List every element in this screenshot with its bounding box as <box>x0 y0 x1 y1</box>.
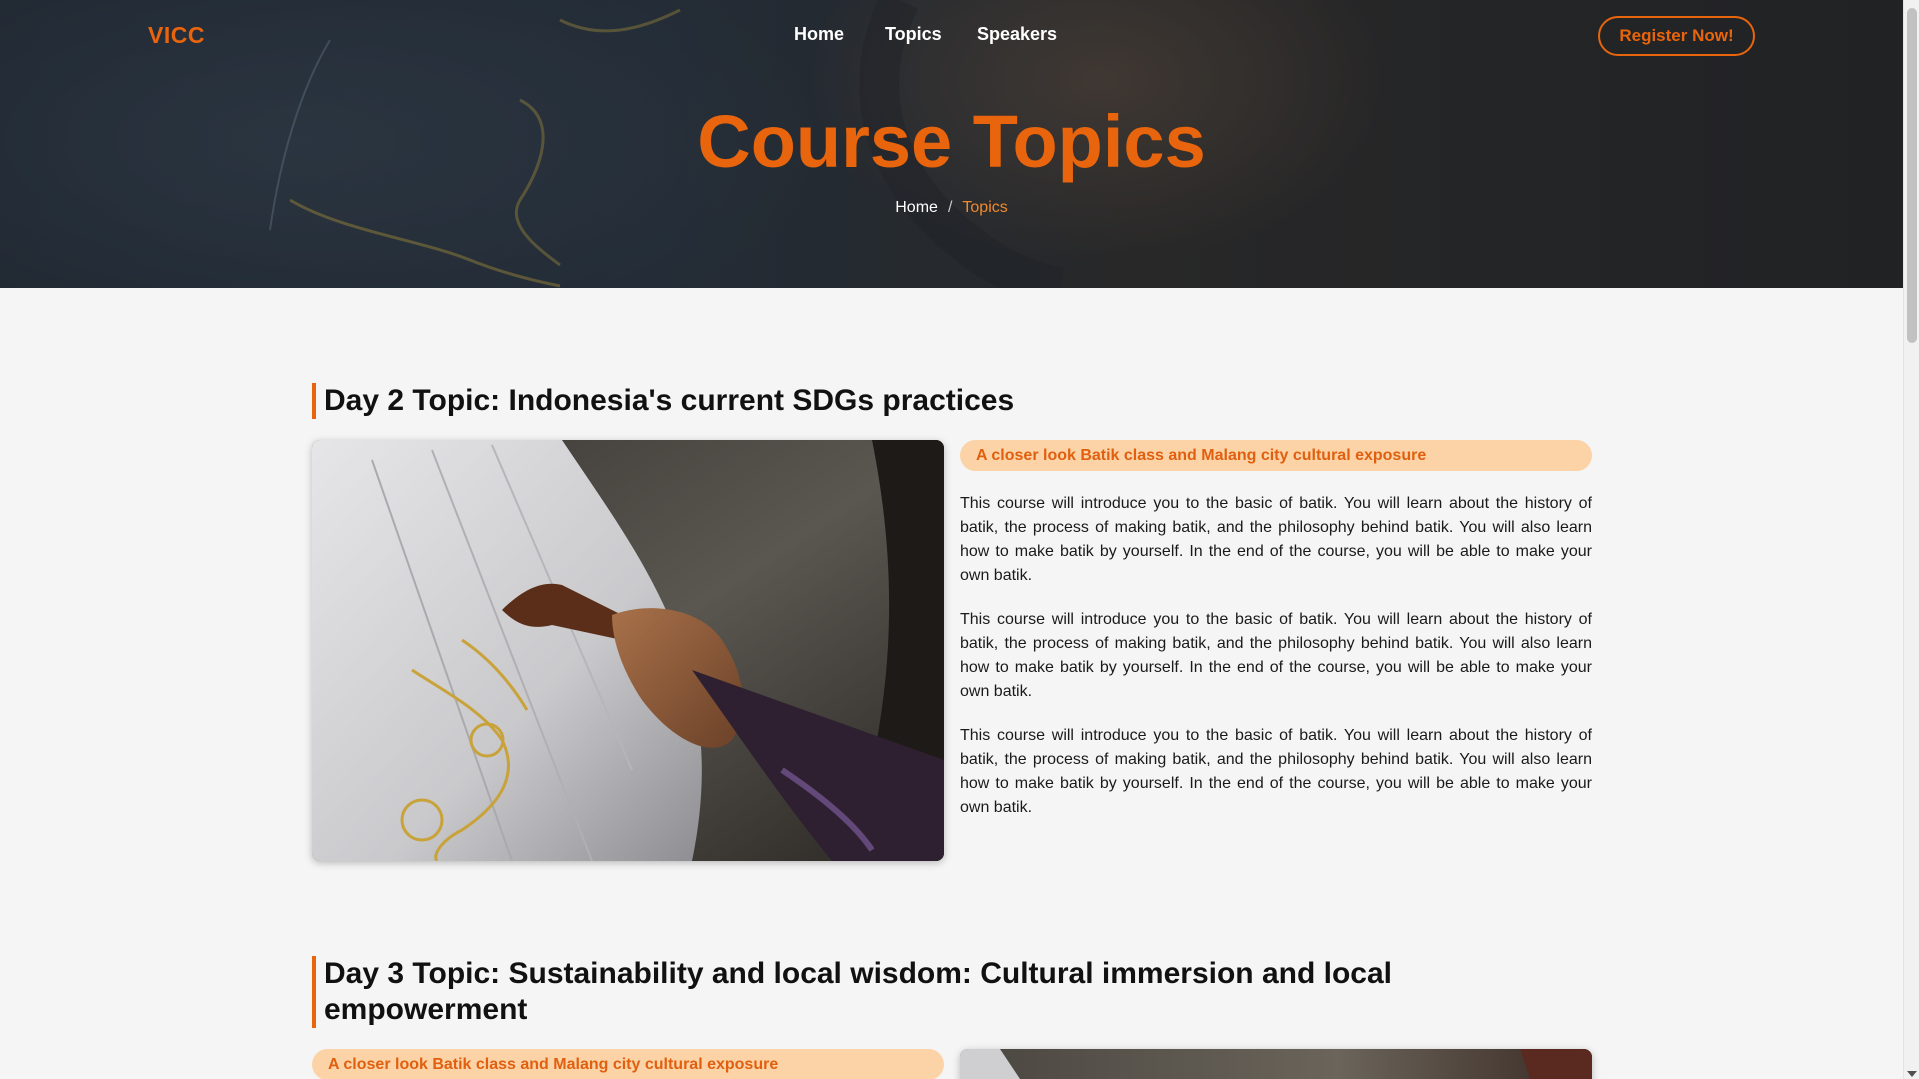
section-title-day3: Day 3 Topic: Sustainability and local wi… <box>312 956 1422 1028</box>
batik-image <box>312 440 944 861</box>
topic-description: This course will introduce you to the ba… <box>960 611 1592 700</box>
topic-tag-pill: A closer look Batik class and Malang cit… <box>312 1049 944 1079</box>
breadcrumb-home-link[interactable]: Home <box>895 199 938 216</box>
section-title-day2: Day 2 Topic: Indonesia's current SDGs pr… <box>312 383 1014 419</box>
page-scrollbar[interactable] <box>1903 0 1919 1079</box>
breadcrumb: Home / Topics <box>0 199 1903 217</box>
scrollbar-thumb[interactable] <box>1907 8 1917 343</box>
topic-description: This course will introduce you to the ba… <box>960 727 1592 816</box>
batik-image-2 <box>960 1049 1592 1079</box>
nav-speakers-link[interactable]: Speakers <box>977 24 1057 45</box>
topic-description: This course will introduce you to the ba… <box>960 495 1592 584</box>
batik-photo-2 <box>960 1049 1592 1079</box>
breadcrumb-separator: / <box>947 199 953 216</box>
batik-photo <box>312 440 944 861</box>
scroll-down-arrow-icon[interactable] <box>1907 1071 1917 1077</box>
nav-home-link[interactable]: Home <box>794 24 844 45</box>
breadcrumb-current: Topics <box>962 199 1008 216</box>
topic-tag-pill: A closer look Batik class and Malang cit… <box>960 440 1592 471</box>
page-title: Course Topics <box>697 100 1206 183</box>
nav-topics-link[interactable]: Topics <box>885 24 942 45</box>
register-button[interactable]: Register Now! <box>1598 16 1755 56</box>
